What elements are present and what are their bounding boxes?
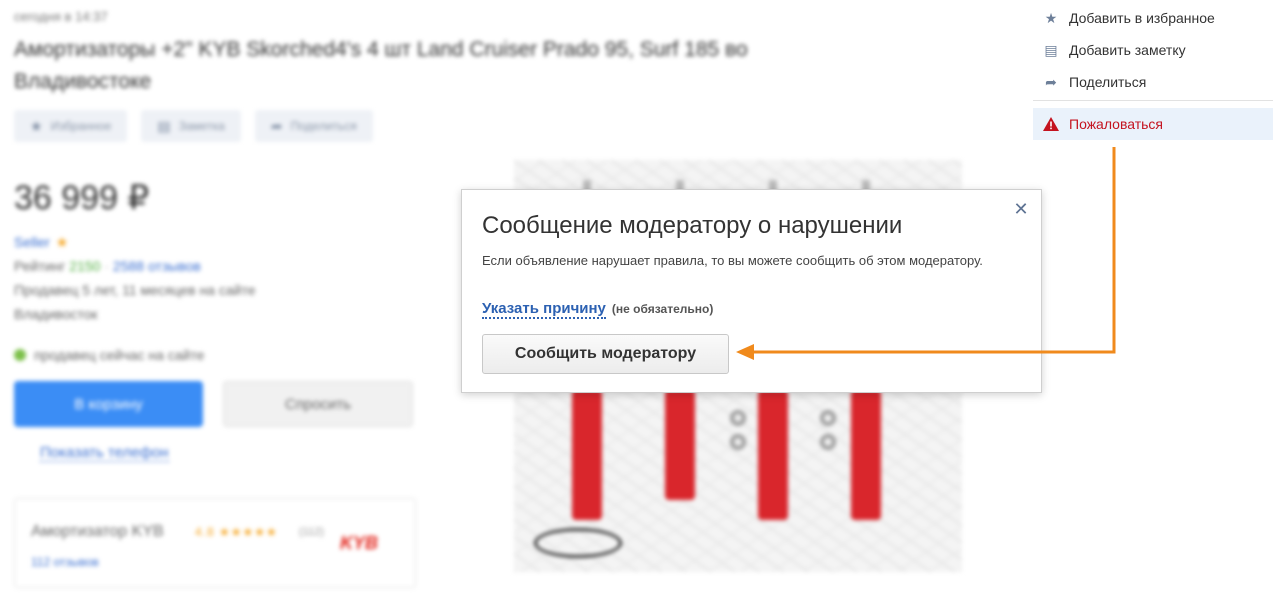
share-button[interactable]: ➦ Поделиться — [254, 110, 373, 142]
note-icon: ▤ — [1044, 41, 1058, 58]
seller-tenure: Продавец 5 лет, 11 месяцев на сайте — [14, 282, 256, 298]
listing-title: Амортизаторы +2" KYB Skorched4's 4 шт La… — [14, 38, 748, 93]
star-icon: ★ — [1044, 9, 1058, 26]
specify-reason-link[interactable]: Указать причину — [482, 300, 606, 319]
note-icon: ▤ — [157, 117, 171, 134]
favorite-label: Избранное — [50, 119, 112, 133]
seller-star-icon: ★ — [55, 234, 69, 250]
online-label: продавец сейчас на сайте — [34, 347, 205, 363]
note-label: Заметка — [178, 119, 225, 133]
seller-reviews-link[interactable]: 2588 отзывов — [113, 258, 201, 274]
product-card-count: (112) — [299, 526, 324, 538]
share-icon: ➦ — [270, 117, 283, 134]
product-card-stars: 4.8 ★★★★★ — [195, 525, 278, 539]
report-to-moderator-button[interactable]: Сообщить модератору — [482, 334, 729, 374]
modal-description: Если объявление нарушает правила, то вы … — [482, 253, 983, 268]
rating-label: Рейтинг — [14, 258, 66, 274]
seller-city: Владивосток — [14, 306, 98, 322]
warning-icon — [1043, 117, 1059, 131]
modal-title: Сообщение модератору о нарушении — [482, 212, 903, 239]
brand-badge — [534, 528, 622, 558]
note-button[interactable]: ▤ Заметка — [141, 110, 241, 142]
rating-value: 2150 — [69, 258, 101, 274]
listing-actions-menu: ★ Добавить в избранное ▤ Добавить заметк… — [1033, 0, 1273, 141]
kyb-logo: KYB — [340, 533, 379, 553]
menu-share-label: Поделиться — [1069, 74, 1147, 90]
menu-add-favorite[interactable]: ★ Добавить в избранное — [1033, 2, 1273, 34]
menu-report[interactable]: Пожаловаться — [1033, 108, 1273, 140]
report-modal: Сообщение модератору о нарушении ✕ Если … — [461, 189, 1042, 393]
seller-name[interactable]: Seller — [14, 234, 50, 250]
listing-actions: ★ Избранное ▤ Заметка ➦ Поделиться — [14, 110, 373, 142]
online-dot-icon — [14, 349, 26, 361]
share-label: Поделиться — [290, 119, 357, 133]
star-icon: ★ — [30, 117, 43, 134]
ask-button[interactable]: Спросить — [223, 381, 413, 427]
menu-divider — [1033, 100, 1273, 101]
menu-share[interactable]: ➦ Поделиться — [1033, 66, 1273, 98]
menu-add-favorite-label: Добавить в избранное — [1069, 10, 1215, 26]
reason-optional-note: (не обязательно) — [611, 302, 714, 316]
favorite-button[interactable]: ★ Избранное — [14, 110, 128, 142]
listing-timestamp: сегодня в 14:37 — [14, 9, 108, 24]
share-icon: ➦ — [1045, 73, 1057, 90]
menu-report-label: Пожаловаться — [1069, 116, 1164, 132]
product-card-title: Амортизатор KYB — [31, 523, 164, 540]
seller-info: Seller ★ Рейтинг 2150 · 2588 отзывов Прод… — [14, 230, 256, 326]
show-phone-link[interactable]: Показать телефон — [40, 444, 169, 462]
product-card-reviews[interactable]: 112 отзывов — [31, 555, 99, 569]
reason-row: Указать причину (не обязательно) — [482, 300, 713, 319]
add-to-cart-button[interactable]: В корзину — [14, 381, 203, 427]
menu-add-note[interactable]: ▤ Добавить заметку — [1033, 34, 1273, 66]
online-status: продавец сейчас на сайте — [14, 347, 204, 363]
product-card[interactable]: Амортизатор KYB 4.8 ★★★★★ (112) 112 отзы… — [14, 498, 416, 588]
listing-price: 36 999 ₽ — [14, 179, 150, 217]
close-icon[interactable]: ✕ — [1013, 200, 1029, 218]
menu-add-note-label: Добавить заметку — [1069, 42, 1186, 58]
